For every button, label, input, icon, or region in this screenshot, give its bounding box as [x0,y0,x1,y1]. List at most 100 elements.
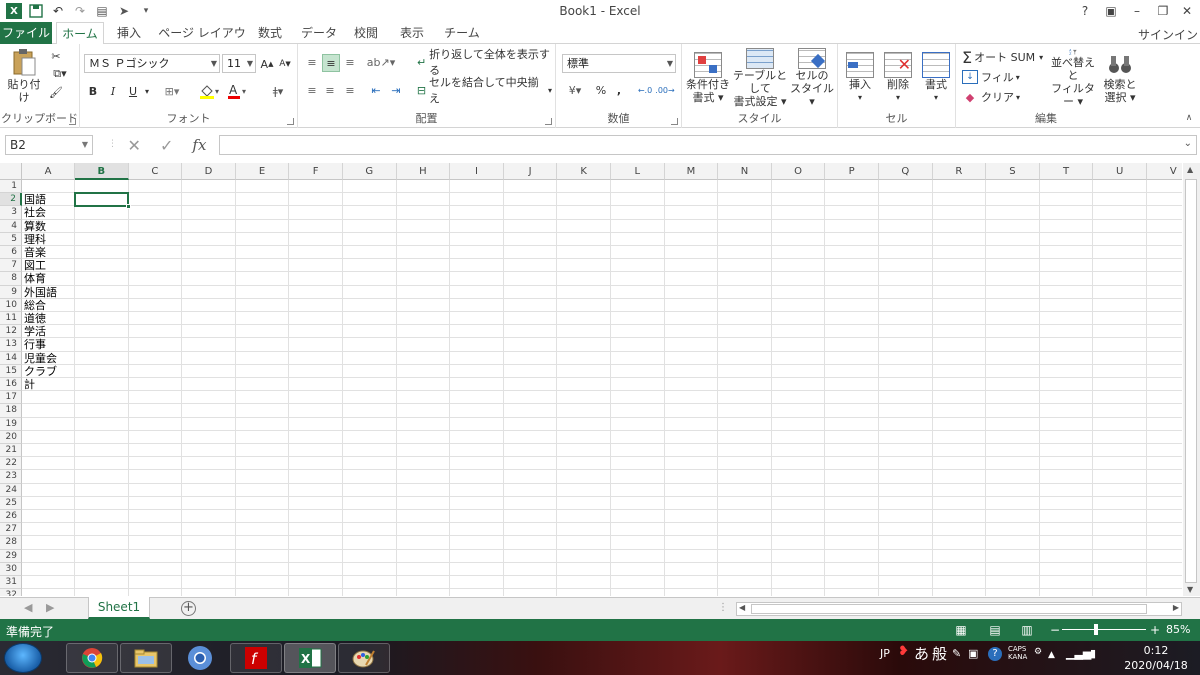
decrease-font-icon[interactable]: A ▼ [278,56,292,72]
cell-styles-button[interactable]: セルの スタイル ▾ [788,48,836,108]
row-header-23[interactable]: 23 [0,470,22,484]
column-header-t[interactable]: T [1039,163,1094,180]
autosum-button[interactable]: Σ オート SUM ▾ [962,48,1048,67]
cell-a12[interactable]: 学活 [24,325,46,338]
row-header-7[interactable]: 7 [0,259,22,273]
sheet-prev-icon[interactable]: ◀ [24,601,32,614]
zoom-out-button[interactable]: − [1046,622,1064,638]
align-right-icon[interactable]: ≡ [342,82,358,98]
worksheet-grid[interactable]: ABCDEFGHIJKLMNOPQRSTUV 1 2 3 4 5 6 7 8 9 10 11 12 13… [0,163,1182,596]
tab-review[interactable]: 校閲 [348,22,384,44]
cell-a15[interactable]: クラブ [24,365,57,378]
fill-color-icon[interactable]: ▾ [198,82,222,100]
align-center-icon[interactable]: ≡ [322,82,338,98]
normal-view-icon[interactable]: ▦ [952,622,970,638]
row-header-14[interactable]: 14 [0,351,22,365]
sheet-tab-sheet1[interactable]: Sheet1 [88,597,150,619]
tab-view[interactable]: 表示 [394,22,430,44]
zoom-in-button[interactable]: + [1146,622,1164,638]
column-header-d[interactable]: D [182,163,236,180]
column-header-p[interactable]: P [825,163,879,180]
sheet-next-icon[interactable]: ▶ [46,601,54,614]
increase-decimal-icon[interactable]: ←.0 [636,82,654,98]
underline-dropdown-icon[interactable]: ▾ [142,82,152,100]
row-header-10[interactable]: 10 [0,298,22,312]
cell-a6[interactable]: 音楽 [24,246,46,259]
taskbar-chromium[interactable] [174,643,226,673]
cell-a2[interactable]: 国語 [24,193,46,206]
column-header-o[interactable]: O [771,163,826,180]
column-header-v[interactable]: V [1147,163,1182,180]
align-bottom-icon[interactable]: ≡ [342,54,358,70]
restore-button[interactable]: ❐ [1150,2,1176,20]
ime-caps-kana[interactable]: CAPS KANA [1008,645,1027,661]
taskbar-chrome[interactable] [66,643,118,673]
confirm-entry-icon[interactable]: ✓ [160,136,173,155]
conditional-format-button[interactable]: 条件付き 書式 ▾ [684,48,732,108]
undo-icon[interactable]: ↶ [50,3,66,19]
bold-button[interactable]: B [84,82,102,100]
row-header-8[interactable]: 8 [0,272,22,286]
borders-icon[interactable]: ⊞▾ [160,82,184,100]
column-header-n[interactable]: N [718,163,772,180]
column-header-l[interactable]: L [611,163,665,180]
scroll-down-icon[interactable]: ▼ [1187,585,1193,594]
format-painter-icon[interactable]: 🖌 [48,84,64,100]
row-header-16[interactable]: 16 [0,378,22,392]
scroll-left-icon[interactable]: ◀ [739,603,745,612]
tab-home[interactable]: ホーム [56,22,104,45]
tab-file[interactable]: ファイル [0,22,52,44]
font-launcher-icon[interactable] [287,118,294,125]
align-left-icon[interactable]: ≡ [304,82,320,98]
row-header-1[interactable]: 1 [0,180,22,194]
signin-link[interactable]: サインイン [1138,26,1198,43]
column-header-j[interactable]: J [503,163,558,180]
column-header-k[interactable]: K [557,163,611,180]
row-header-18[interactable]: 18 [0,404,22,418]
ime-toolbar-icon[interactable]: ❥ [898,644,909,659]
insert-function-button[interactable]: fx [192,136,206,154]
cut-icon[interactable]: ✂ [48,48,64,64]
decrease-indent-icon[interactable]: ⇤ [368,82,384,98]
minimize-button[interactable]: – [1124,2,1150,20]
increase-indent-icon[interactable]: ⇥ [388,82,404,98]
row-header-2[interactable]: 2 [0,193,22,207]
row-header-12[interactable]: 12 [0,325,22,339]
cell-a7[interactable]: 図工 [24,259,46,272]
ime-pad-icon[interactable]: ✎ [952,647,961,660]
column-header-a[interactable]: A [22,163,75,180]
input-language[interactable]: JP [880,647,890,660]
tab-formulas[interactable]: 数式 [252,22,288,44]
vertical-scroll-thumb[interactable] [1185,179,1197,583]
cell-a8[interactable]: 体育 [24,272,46,285]
column-header-u[interactable]: U [1093,163,1147,180]
ime-help-icon[interactable]: ? [988,647,1002,661]
row-header-9[interactable]: 9 [0,285,22,299]
row-header-19[interactable]: 19 [0,417,22,431]
increase-font-icon[interactable]: A ▲ [260,56,274,72]
column-header-g[interactable]: G [343,163,397,180]
tab-data[interactable]: データ [296,22,342,44]
align-top-icon[interactable]: ≡ [304,54,320,70]
horizontal-scrollbar[interactable]: ◀ ▶ [736,602,1182,616]
column-header-i[interactable]: I [450,163,504,180]
cell-a4[interactable]: 算数 [24,220,46,233]
sort-filter-button[interactable]: AZ 並べ替えと フィルター ▾ [1048,48,1098,108]
expand-formula-icon[interactable]: ⌄ [1184,138,1192,149]
row-header-15[interactable]: 15 [0,364,22,378]
fill-button[interactable]: ↓ フィル ▾ [962,68,1022,86]
accounting-format-icon[interactable]: ¥▾ [562,82,588,98]
wrap-text-button[interactable]: ↵ 折り返して全体を表示する [414,48,554,77]
quick-access-form-icon[interactable]: ▤ [94,3,110,19]
scroll-up-icon[interactable]: ▲ [1187,165,1193,174]
name-box[interactable]: B2 ▼ [5,135,93,155]
tab-team[interactable]: チーム [440,22,484,44]
start-button[interactable] [4,643,42,673]
row-header-17[interactable]: 17 [0,391,22,405]
battery-icon[interactable]: ▮ [1090,647,1096,660]
fill-handle[interactable] [125,204,131,210]
taskbar-paint[interactable] [338,643,390,673]
row-header-4[interactable]: 4 [0,219,22,233]
ime-dictionary-icon[interactable]: ▣ [968,647,978,660]
column-header-h[interactable]: H [396,163,451,180]
